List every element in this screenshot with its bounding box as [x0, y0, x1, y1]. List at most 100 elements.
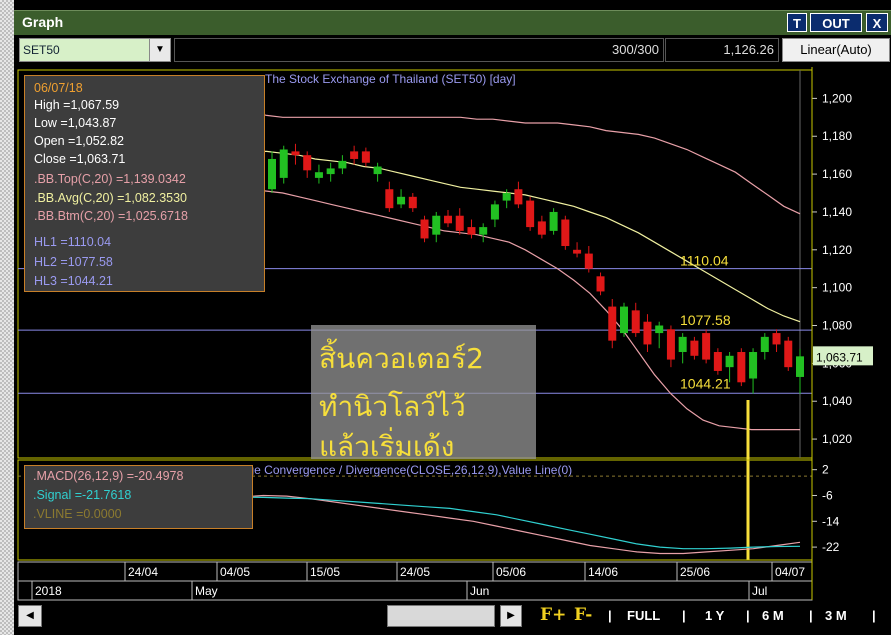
candle-body — [678, 336, 687, 353]
candle-body — [573, 249, 582, 254]
price-tick-label: 1,040 — [822, 394, 852, 408]
date-tick-label: 04/07 — [775, 565, 805, 579]
bb-top-line — [202, 105, 801, 215]
bb-avg-line — [201, 150, 801, 323]
zoom-out-button[interactable]: F- — [574, 605, 592, 625]
candle-body — [408, 196, 417, 209]
hline-label-3: 1044.21 — [680, 375, 731, 391]
scroll-left-icon[interactable]: ◀ — [18, 605, 42, 627]
candle-body — [361, 151, 370, 163]
annotation-line-3: แล้วเริ่มเด้ง — [319, 430, 455, 463]
price-tick-label: 1,020 — [822, 432, 852, 446]
candle-body — [772, 333, 781, 345]
divider: | — [809, 608, 813, 623]
macd-tick-label: -6 — [822, 488, 833, 502]
candle-body — [737, 352, 746, 383]
divider: | — [746, 608, 750, 623]
candle-body — [455, 215, 464, 231]
vline-value: .VLINE =0.0000 — [33, 507, 122, 521]
candle-body — [467, 227, 476, 235]
divider: | — [872, 608, 876, 623]
candle-body — [385, 189, 394, 209]
candle-body — [608, 306, 617, 341]
month-label: Jul — [752, 584, 767, 598]
candle-body — [643, 321, 652, 345]
candle-body — [326, 168, 335, 175]
divider: | — [682, 608, 686, 623]
info-bb-btm: .BB.Btm(C,20) =1,025.6718 — [34, 209, 188, 223]
info-low: Low =1,043.87 — [34, 116, 117, 130]
range-bar: F+ F- | FULL | 1 Y | 6 M | 3 M | — [524, 605, 891, 627]
candle-body — [490, 204, 499, 220]
candle-body — [314, 172, 323, 178]
candle-body — [526, 200, 535, 228]
price-tick-label: 1,140 — [822, 205, 852, 219]
range-full-button[interactable]: FULL — [627, 608, 660, 623]
date-tick-label: 05/06 — [496, 565, 526, 579]
month-label: May — [195, 584, 218, 598]
date-tick-label: 24/05 — [400, 565, 430, 579]
info-hl3: HL3 =1044.21 — [34, 274, 113, 288]
hline-label-2: 1077.58 — [680, 312, 731, 328]
info-high: High =1,067.59 — [34, 98, 120, 112]
scrollbar-thumb[interactable] — [387, 605, 495, 627]
candle-body — [620, 306, 628, 334]
candle-body — [760, 336, 769, 353]
candle-body — [338, 160, 347, 169]
info-close: Close =1,063.71 — [34, 152, 126, 166]
date-tick-label: 25/06 — [680, 565, 710, 579]
info-bb-top: .BB.Top(C,20) =1,139.0342 — [34, 172, 186, 186]
chart-title: The Stock Exchange of Thailand (SET50) [… — [265, 72, 516, 86]
candle-body — [444, 215, 452, 224]
range-1y-button[interactable]: 1 Y — [705, 608, 724, 623]
candle-body — [713, 352, 722, 371]
candle-body — [268, 158, 276, 190]
candle-body — [749, 352, 758, 379]
current-price-label: 1,063.71 — [816, 350, 863, 364]
scroll-right-icon[interactable]: ▶ — [500, 605, 522, 627]
candle-body — [596, 276, 605, 292]
range-6m-button[interactable]: 6 M — [762, 608, 784, 623]
candle-body — [420, 219, 429, 239]
info-hl1: HL1 =1110.04 — [34, 235, 112, 249]
info-date: 06/07/18 — [34, 81, 83, 95]
candle-body — [631, 310, 640, 334]
ohlc-info-box: 06/07/18 High =1,067.59 Low =1,043.87 Op… — [24, 75, 265, 292]
macd-tick-label: 2 — [822, 463, 829, 477]
candle-body — [549, 211, 558, 231]
date-tick-label: 24/04 — [128, 565, 158, 579]
candle-body — [514, 189, 523, 205]
month-label: 2018 — [35, 584, 62, 598]
price-tick-label: 1,080 — [822, 319, 852, 333]
candle-body — [537, 221, 546, 235]
annotation-box: สิ้นควอเตอร์2 ทำนิวโลว์ไว้ แล้วเริ่มเด้ง — [311, 325, 536, 463]
candle-body — [479, 227, 488, 235]
annotation-line-1: สิ้นควอเตอร์2 — [319, 342, 484, 375]
date-tick-label: 15/05 — [310, 565, 340, 579]
candle-body — [702, 333, 711, 360]
range-3m-button[interactable]: 3 M — [825, 608, 847, 623]
info-open: Open =1,052.82 — [34, 134, 125, 148]
candle-body — [655, 325, 664, 334]
candle-body — [561, 219, 570, 247]
candle-body — [796, 356, 804, 377]
month-label: Jun — [470, 584, 489, 598]
info-hl2: HL2 =1077.58 — [34, 255, 113, 269]
candle-body — [502, 193, 511, 201]
signal-value: .Signal =-21.7618 — [33, 488, 132, 502]
date-tick-label: 04/05 — [220, 565, 250, 579]
macd-info-box: .MACD(26,12,9) =-20.4978 .Signal =-21.76… — [24, 465, 253, 529]
zoom-in-button[interactable]: F+ — [540, 605, 566, 625]
candle-body — [397, 196, 406, 205]
macd-tick-label: -14 — [822, 514, 840, 528]
macd-value: .MACD(26,12,9) =-20.4978 — [33, 469, 184, 483]
divider: | — [608, 608, 612, 623]
graph-window: Graph T OUT X SET50 ▼ 300/300 1,126.26 L… — [0, 0, 891, 635]
price-tick-label: 1,160 — [822, 167, 852, 181]
annotation-line-2: ทำนิวโลว์ไว้ — [319, 390, 466, 423]
price-tick-label: 1,100 — [822, 281, 852, 295]
date-tick-label: 14/06 — [588, 565, 618, 579]
info-bb-avg: .BB.Avg(C,20) =1,082.3530 — [34, 191, 187, 205]
candle-body — [784, 340, 793, 368]
candle-body — [350, 151, 359, 159]
